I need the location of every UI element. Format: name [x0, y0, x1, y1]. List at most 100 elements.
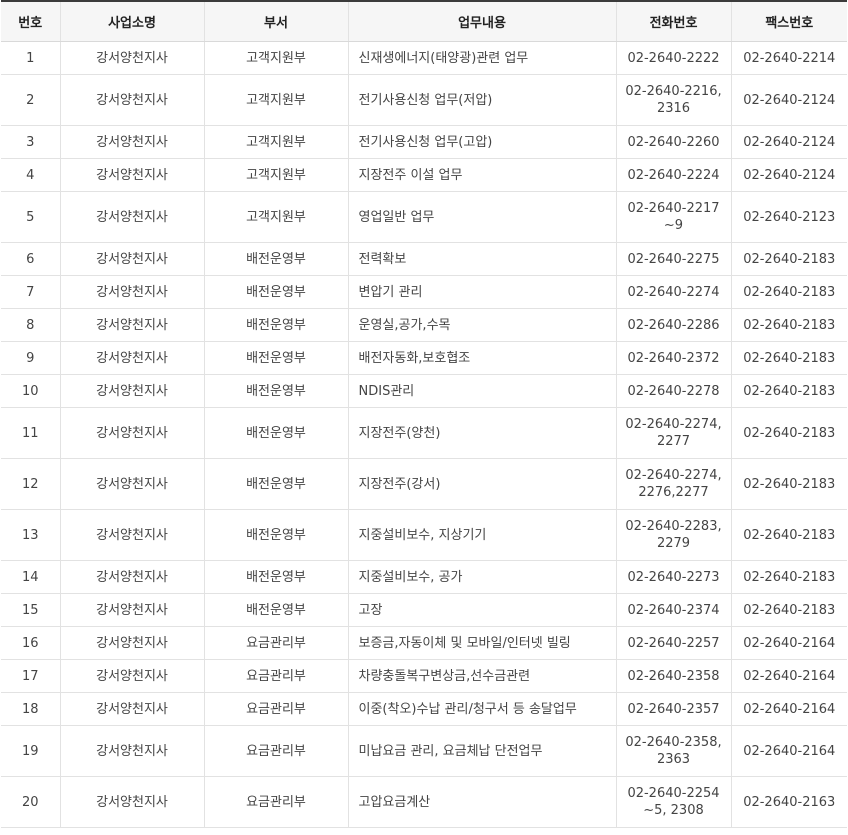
phone-number-cell: 02-2640-2274, 2277 [615, 407, 731, 459]
office-name-cell: 강서양천지사 [59, 275, 204, 309]
table-row: 5 강서양천지사 고객지원부 영업일반 업무 02-2640-2217 ~9 02-264… [1, 191, 847, 243]
phone-number-cell: 02-2640-2358, 2363 [615, 725, 731, 777]
table-row: 10 강서양천지사 배전운영부 NDIS관리 02-2640-2278 02-2640-2… [1, 374, 847, 408]
row-number-cell: 13 [1, 509, 60, 561]
phone-number-cell: 02-2640-2260 [615, 125, 731, 159]
fax-number-cell: 02-2640-2163 [730, 776, 847, 828]
phone-number-cell: 02-2640-2274, 2276,2277 [615, 458, 731, 510]
phone-number-cell: 02-2640-2357 [615, 692, 731, 726]
row-number-cell: 10 [1, 374, 60, 408]
office-name-cell: 강서양천지사 [59, 725, 204, 777]
department-cell: 고객지원부 [203, 125, 348, 159]
phone-number-cell: 02-2640-2222 [615, 41, 731, 75]
task-cell: 지중설비보수, 공가 [347, 560, 616, 594]
fax-number-cell: 02-2640-2183 [730, 308, 847, 342]
fax-number-cell: 02-2640-2183 [730, 560, 847, 594]
phone-number-cell: 02-2640-2372 [615, 341, 731, 375]
row-number-cell: 2 [1, 74, 60, 126]
department-cell: 배전운영부 [203, 308, 348, 342]
office-name-cell: 강서양천지사 [59, 74, 204, 126]
table-row: 16 강서양천지사 요금관리부 보증금,자동이체 및 모바일/인터넷 빌링 02-264… [1, 626, 847, 660]
task-cell: 보증금,자동이체 및 모바일/인터넷 빌링 [347, 626, 616, 660]
table-row: 12 강서양천지사 배전운영부 지장전주(강서) 02-2640-2274, 2276,… [1, 458, 847, 510]
table-row: 7 강서양천지사 배전운영부 변압기 관리 02-2640-2274 02-2640-21… [1, 275, 847, 309]
office-name-cell: 강서양천지사 [59, 560, 204, 594]
table-row: 8 강서양천지사 배전운영부 운영실,공가,수목 02-2640-2286 02-2640… [1, 308, 847, 342]
table-row: 6 강서양천지사 배전운영부 전력확보 02-2640-2275 02-2640-2183 [1, 242, 847, 276]
office-name-cell: 강서양천지사 [59, 341, 204, 375]
row-number-cell: 12 [1, 458, 60, 510]
office-name-cell: 강서양천지사 [59, 407, 204, 459]
phone-number-cell: 02-2640-2374 [615, 593, 731, 627]
task-cell: 전기사용신청 업무(저압) [347, 74, 616, 126]
office-name-cell: 강서양천지사 [59, 458, 204, 510]
table-row: 9 강서양천지사 배전운영부 배전자동화,보호협조 02-2640-2372 02-264… [1, 341, 847, 375]
column-header-office: 사업소명 [59, 1, 204, 42]
phone-number-cell: 02-2640-2358 [615, 659, 731, 693]
fax-number-cell: 02-2640-2183 [730, 341, 847, 375]
row-number-cell: 16 [1, 626, 60, 660]
office-name-cell: 강서양천지사 [59, 374, 204, 408]
department-cell: 배전운영부 [203, 593, 348, 627]
fax-number-cell: 02-2640-2124 [730, 125, 847, 159]
table-row: 4 강서양천지사 고객지원부 지장전주 이설 업무 02-2640-2224 02-264… [1, 158, 847, 192]
phone-number-cell: 02-2640-2224 [615, 158, 731, 192]
column-header-department: 부서 [203, 1, 348, 42]
row-number-cell: 1 [1, 41, 60, 75]
fax-number-cell: 02-2640-2183 [730, 593, 847, 627]
row-number-cell: 15 [1, 593, 60, 627]
phone-number-cell: 02-2640-2257 [615, 626, 731, 660]
office-name-cell: 강서양천지사 [59, 659, 204, 693]
department-cell: 배전운영부 [203, 341, 348, 375]
department-cell: 요금관리부 [203, 659, 348, 693]
column-header-number: 번호 [1, 1, 60, 42]
task-cell: 지장전주(양천) [347, 407, 616, 459]
task-cell: 변압기 관리 [347, 275, 616, 309]
phone-number-cell: 02-2640-2283, 2279 [615, 509, 731, 561]
row-number-cell: 14 [1, 560, 60, 594]
column-header-phone: 전화번호 [615, 1, 731, 42]
fax-number-cell: 02-2640-2183 [730, 509, 847, 561]
table-row: 20 강서양천지사 요금관리부 고압요금계산 02-2640-2254 ~5, 2308… [1, 776, 847, 828]
task-cell: 운영실,공가,수목 [347, 308, 616, 342]
office-name-cell: 강서양천지사 [59, 692, 204, 726]
office-name-cell: 강서양천지사 [59, 593, 204, 627]
fax-number-cell: 02-2640-2183 [730, 407, 847, 459]
phone-number-cell: 02-2640-2217 ~9 [615, 191, 731, 243]
phone-number-cell: 02-2640-2286 [615, 308, 731, 342]
phone-number-cell: 02-2640-2216, 2316 [615, 74, 731, 126]
department-cell: 배전운영부 [203, 407, 348, 459]
column-header-task: 업무내용 [347, 1, 616, 42]
fax-number-cell: 02-2640-2164 [730, 725, 847, 777]
table-header-row: 번호 사업소명 부서 업무내용 전화번호 팩스번호 [1, 1, 847, 42]
task-cell: NDIS관리 [347, 374, 616, 408]
fax-number-cell: 02-2640-2183 [730, 275, 847, 309]
row-number-cell: 4 [1, 158, 60, 192]
row-number-cell: 7 [1, 275, 60, 309]
column-header-fax: 팩스번호 [730, 1, 847, 42]
department-cell: 배전운영부 [203, 275, 348, 309]
office-name-cell: 강서양천지사 [59, 509, 204, 561]
table-body: 1 강서양천지사 고객지원부 신재생에너지(태양광)관련 업무 02-2640-2222… [1, 41, 847, 828]
office-name-cell: 강서양천지사 [59, 308, 204, 342]
department-cell: 고객지원부 [203, 158, 348, 192]
table-row: 14 강서양천지사 배전운영부 지중설비보수, 공가 02-2640-2273 02-26… [1, 560, 847, 594]
office-name-cell: 강서양천지사 [59, 125, 204, 159]
row-number-cell: 6 [1, 242, 60, 276]
row-number-cell: 9 [1, 341, 60, 375]
department-cell: 배전운영부 [203, 374, 348, 408]
fax-number-cell: 02-2640-2124 [730, 74, 847, 126]
fax-number-cell: 02-2640-2164 [730, 659, 847, 693]
contact-table-container: 번호 사업소명 부서 업무내용 전화번호 팩스번호 1 강서양천지사 고객지원부 신재… [0, 0, 848, 835]
office-name-cell: 강서양천지사 [59, 191, 204, 243]
table-row: 1 강서양천지사 고객지원부 신재생에너지(태양광)관련 업무 02-2640-2222… [1, 41, 847, 75]
fax-number-cell: 02-2640-2183 [730, 242, 847, 276]
row-number-cell: 17 [1, 659, 60, 693]
task-cell: 전력확보 [347, 242, 616, 276]
phone-number-cell: 02-2640-2274 [615, 275, 731, 309]
phone-number-cell: 02-2640-2254 ~5, 2308 [615, 776, 731, 828]
task-cell: 배전자동화,보호협조 [347, 341, 616, 375]
table-row: 2 강서양천지사 고객지원부 전기사용신청 업무(저압) 02-2640-2216, 2… [1, 74, 847, 126]
table-row: 15 강서양천지사 배전운영부 고장 02-2640-2374 02-2640-2183 [1, 593, 847, 627]
phone-number-cell: 02-2640-2278 [615, 374, 731, 408]
